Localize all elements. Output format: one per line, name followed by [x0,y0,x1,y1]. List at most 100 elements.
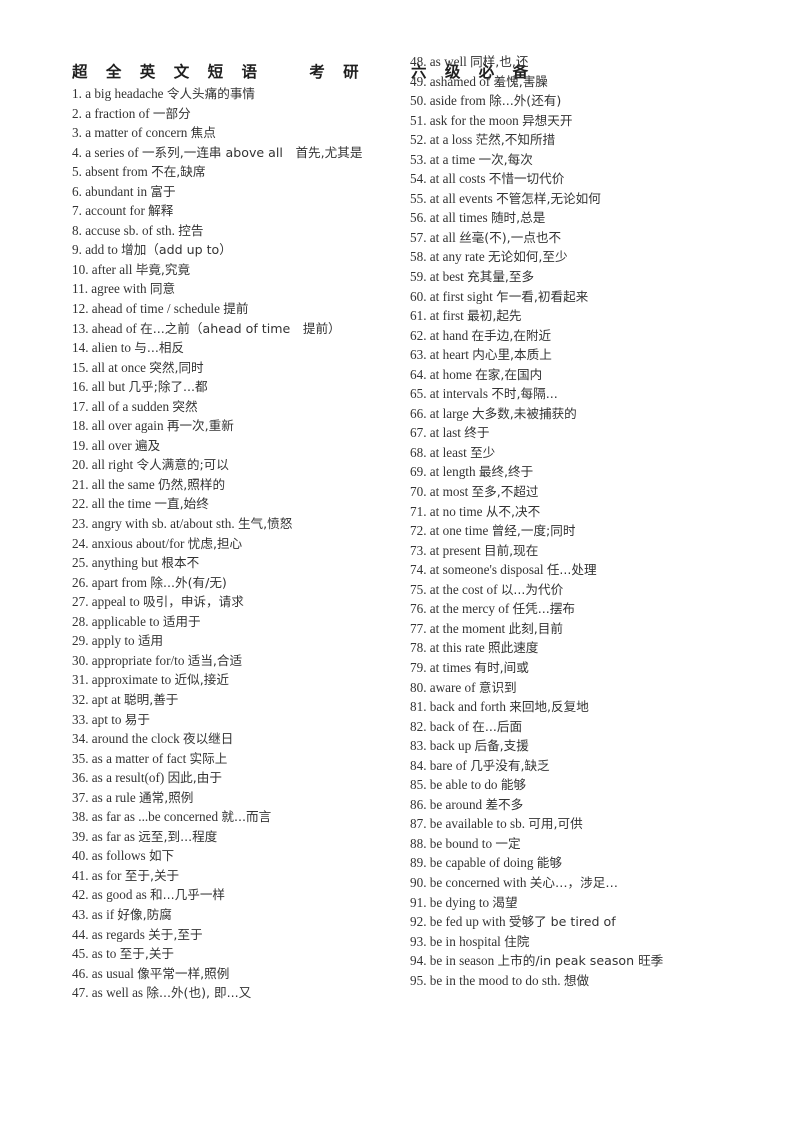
phrase-entry: 89. be capable of doing 能够 [410,853,740,873]
entry-number: 46. [72,965,89,981]
entry-english: at any rate [429,249,485,265]
entry-number: 47. [72,985,89,1001]
phrase-entry: 69. at length 最终,终于 [410,462,740,482]
entry-english: back up [429,738,472,754]
phrase-entry: 23. angry with sb. at/about sth. 生气,愤怒 [72,514,402,534]
entry-number: 8. [72,222,82,238]
entry-chinese: 不在,缺席 [151,164,206,180]
phrase-entry: 57. at all 丝毫(不),一点也不 [410,228,740,248]
entry-chinese: 渴望 [492,894,518,910]
entry-english: be around [429,796,483,812]
entry-english: as a matter of fact [91,750,187,766]
entry-english: applicable to [91,613,160,629]
entry-number: 5. [72,164,82,180]
phrase-entry: 38. as far as ...be concerned 就...而言 [72,807,402,827]
entry-chinese: 想做 [563,972,590,988]
phrase-entry: 92. be fed up with 受够了 be tired of [410,912,740,932]
entry-chinese: 除...外(有/无) [150,574,227,590]
entry-number: 37. [72,789,89,805]
phrase-entry: 15. all at once 突然,同时 [72,358,402,378]
entry-english: at home [429,366,472,382]
phrase-entry: 27. appeal to 吸引，申诉，请求 [72,592,402,612]
phrase-entry: 77. at the moment 此刻,目前 [410,619,740,639]
entry-english: at one time [429,523,489,539]
entry-number: 34. [72,731,89,747]
entry-chinese: 和...几乎一样 [150,887,226,903]
entry-number: 95. [410,972,427,988]
entry-number: 57. [410,229,427,245]
left-column-content: 超 全 英 文 短 语 考 研 六 级 必 备 1. a big headach… [72,0,528,1003]
phrase-entry: 33. apt to 易于 [72,710,402,730]
entry-english: abundant in [85,183,148,199]
entry-number: 74. [410,562,427,578]
document-page: 超 全 英 文 短 语 考 研 六 级 必 备 1. a big headach… [0,0,793,1122]
entry-english: at intervals [429,386,489,402]
entry-chinese: 除...外(还有) [489,93,562,109]
entry-english: as well as [91,985,144,1001]
phrase-entry: 72. at one time 曾经,一度;同时 [410,521,740,541]
phrase-entry: 24. anxious about/for 忧虑,担心 [72,534,402,554]
entry-english: at a time [429,151,476,167]
entry-number: 1. [72,86,82,101]
entry-number: 63. [410,347,427,363]
entry-number: 64. [410,366,427,382]
entry-chinese: 任凭...摆布 [512,601,575,617]
entry-chinese: 意识到 [478,679,517,695]
entry-english: all over [91,437,132,453]
entry-english: as if [91,906,115,922]
entry-english: be available to sb. [429,816,525,832]
entry-number: 88. [410,835,427,851]
phrase-entry: 31. approximate to 近似,接近 [72,670,402,690]
entry-number: 2. [72,105,82,121]
entry-chinese: 不管怎样,无论如何 [496,190,601,206]
phrase-list-right: 48. as well 同样,也,还 49. ashamed of 羞愧,害臊 50… [410,52,740,990]
entry-chinese: 同样,也,还 [470,54,529,69]
entry-chinese: 易于 [124,711,150,727]
entry-chinese: 不惜一切代价 [488,171,565,187]
phrase-entry: 12. ahead of time / schedule 提前 [72,299,402,319]
entry-english: aware of [429,679,476,695]
entry-chinese: 一系列,一连串 above all 首先,尤其是 [141,144,363,160]
phrase-entry: 26. apart from 除...外(有/无) [72,573,402,593]
entry-number: 73. [410,542,427,558]
entry-english: back of [429,718,469,734]
entry-chinese: 不时,每隔... [491,386,558,402]
entry-chinese: 在手边,在附近 [471,327,552,343]
phrase-entry: 53. at a time 一次,每次 [410,150,740,170]
phrase-entry: 52. at a loss 茫然,不知所措 [410,130,740,150]
entry-chinese: 与...相反 [134,340,185,356]
phrase-entry: 71. at no time 从不,决不 [410,502,740,522]
phrase-entry: 19. all over 遍及 [72,436,402,456]
phrase-entry: 18. all over again 再一次,重新 [72,416,402,436]
entry-number: 91. [410,894,427,910]
entry-number: 86. [410,796,427,812]
entry-chinese: 充其量,至多 [467,269,535,285]
phrase-entry: 65. at intervals 不时,每隔... [410,384,740,404]
entry-number: 19. [72,437,89,453]
phrase-entry: 70. at most 至多,不超过 [410,482,740,502]
entry-english: at all times [429,210,488,226]
entry-english: at a loss [429,132,473,148]
entry-number: 21. [72,476,89,492]
entry-number: 52. [410,132,427,148]
entry-number: 23. [72,516,89,532]
entry-number: 24. [72,535,89,551]
entry-number: 12. [72,301,89,317]
entry-chinese: 就...而言 [221,809,272,825]
entry-number: 84. [410,757,427,773]
entry-chinese: 任...处理 [546,562,597,578]
phrase-entry: 94. be in season 上市的/in peak season 旺季 [410,951,740,971]
entry-chinese: 照此速度 [488,640,539,656]
entry-number: 93. [410,933,427,949]
phrase-entry: 66. at large 大多数,未被捕获的 [410,404,740,424]
entry-chinese: 来回地,反复地 [509,699,589,715]
phrase-entry: 14. alien to 与...相反 [72,338,402,358]
entry-english: as usual [91,965,134,981]
phrase-list-left: 1. a big headache 令人头痛的事情 2. a fraction o… [72,84,402,1003]
phrase-entry: 76. at the mercy of 任凭...摆布 [410,599,740,619]
entry-chinese: 茫然,不知所措 [475,132,556,148]
entry-chinese: 一部分 [152,105,191,121]
entry-chinese: 能够 [536,855,562,871]
phrase-entry: 10. after all 毕竟,究竟 [72,260,402,280]
phrase-entry: 47. as well as 除...外(也), 即...又 [72,983,402,1003]
